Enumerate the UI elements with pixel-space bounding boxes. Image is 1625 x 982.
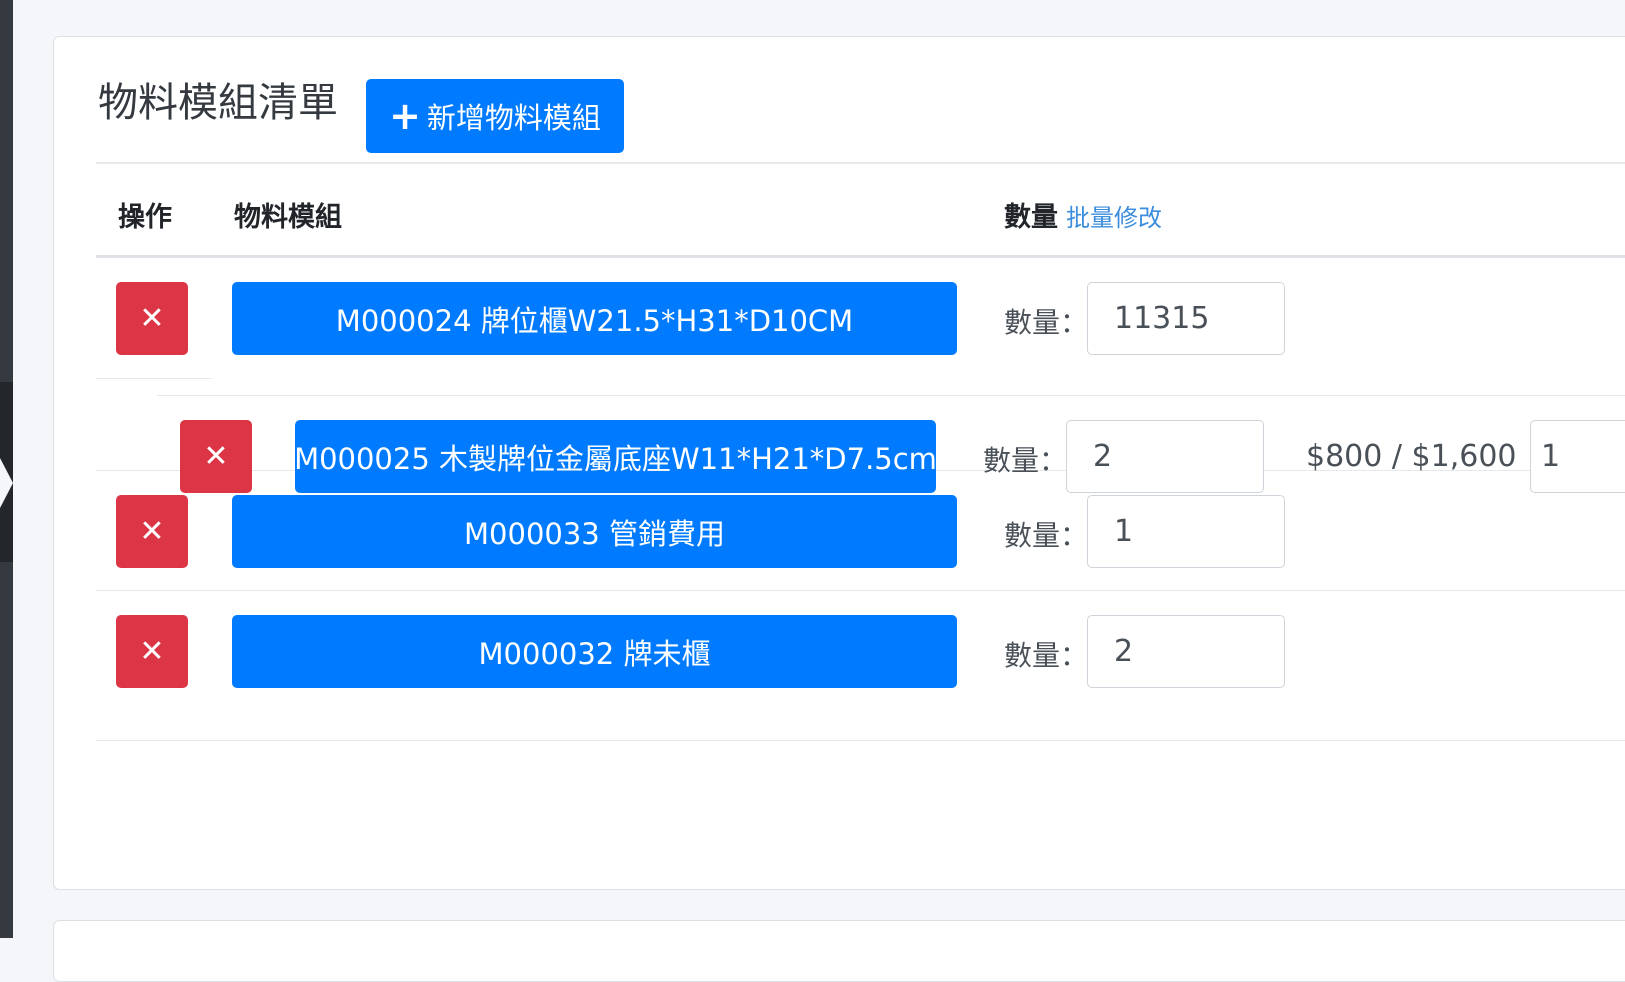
module-button[interactable]: M000032 牌未櫃	[232, 615, 957, 688]
add-module-label: 新增物料模組	[426, 101, 601, 135]
qty-input[interactable]: 11315	[1087, 282, 1285, 355]
qty-input[interactable]: 2	[1087, 615, 1285, 688]
plus-icon: +	[389, 94, 421, 138]
row-divider-partial	[96, 378, 212, 379]
module-button[interactable]: M000024 牌位櫃W21.5*H31*D10CM	[232, 282, 957, 355]
close-icon: ✕	[139, 634, 165, 669]
sidebar-collapse-arrow[interactable]	[0, 458, 13, 508]
qty-label: 數量：	[1004, 639, 1089, 672]
delete-button[interactable]: ✕	[116, 282, 188, 355]
qty-input[interactable]: 1	[1087, 495, 1285, 568]
qty-input[interactable]: 2	[1066, 420, 1264, 493]
page-title: 物料模組清單	[98, 80, 338, 126]
header-module: 物料模組	[234, 202, 342, 233]
close-icon: ✕	[203, 439, 229, 474]
extra-input[interactable]: 1	[1530, 420, 1625, 493]
add-module-button[interactable]: + 新增物料模組	[366, 79, 624, 153]
delete-button[interactable]: ✕	[180, 420, 252, 493]
qty-label: 數量：	[983, 444, 1068, 477]
header-qty-label: 數量	[1004, 202, 1058, 233]
module-list-card: 物料模組清單 + 新增物料模組 操作 物料模組 數量 批量修改 ✕ M000024…	[53, 36, 1625, 890]
header-divider	[96, 255, 1625, 258]
next-card	[53, 920, 1625, 982]
row-divider	[96, 740, 1625, 741]
header-action: 操作	[118, 202, 172, 233]
close-icon: ✕	[139, 514, 165, 549]
delete-button[interactable]: ✕	[116, 495, 188, 568]
divider	[96, 162, 1625, 164]
header-qty: 數量 批量修改	[1004, 195, 1162, 234]
module-button[interactable]: M000033 管銷費用	[232, 495, 957, 568]
qty-label: 數量：	[1004, 306, 1089, 339]
delete-button[interactable]: ✕	[116, 615, 188, 688]
batch-edit-link[interactable]: 批量修改	[1066, 204, 1162, 232]
qty-label: 數量：	[1004, 519, 1089, 552]
drag-row-top-divider	[157, 395, 1625, 396]
price-total: $800 / $1,600	[1306, 439, 1517, 474]
module-button[interactable]: M000025 木製牌位金屬底座W11*H21*D7.5cm	[294, 420, 937, 493]
row-divider	[96, 590, 1625, 591]
close-icon: ✕	[139, 301, 165, 336]
